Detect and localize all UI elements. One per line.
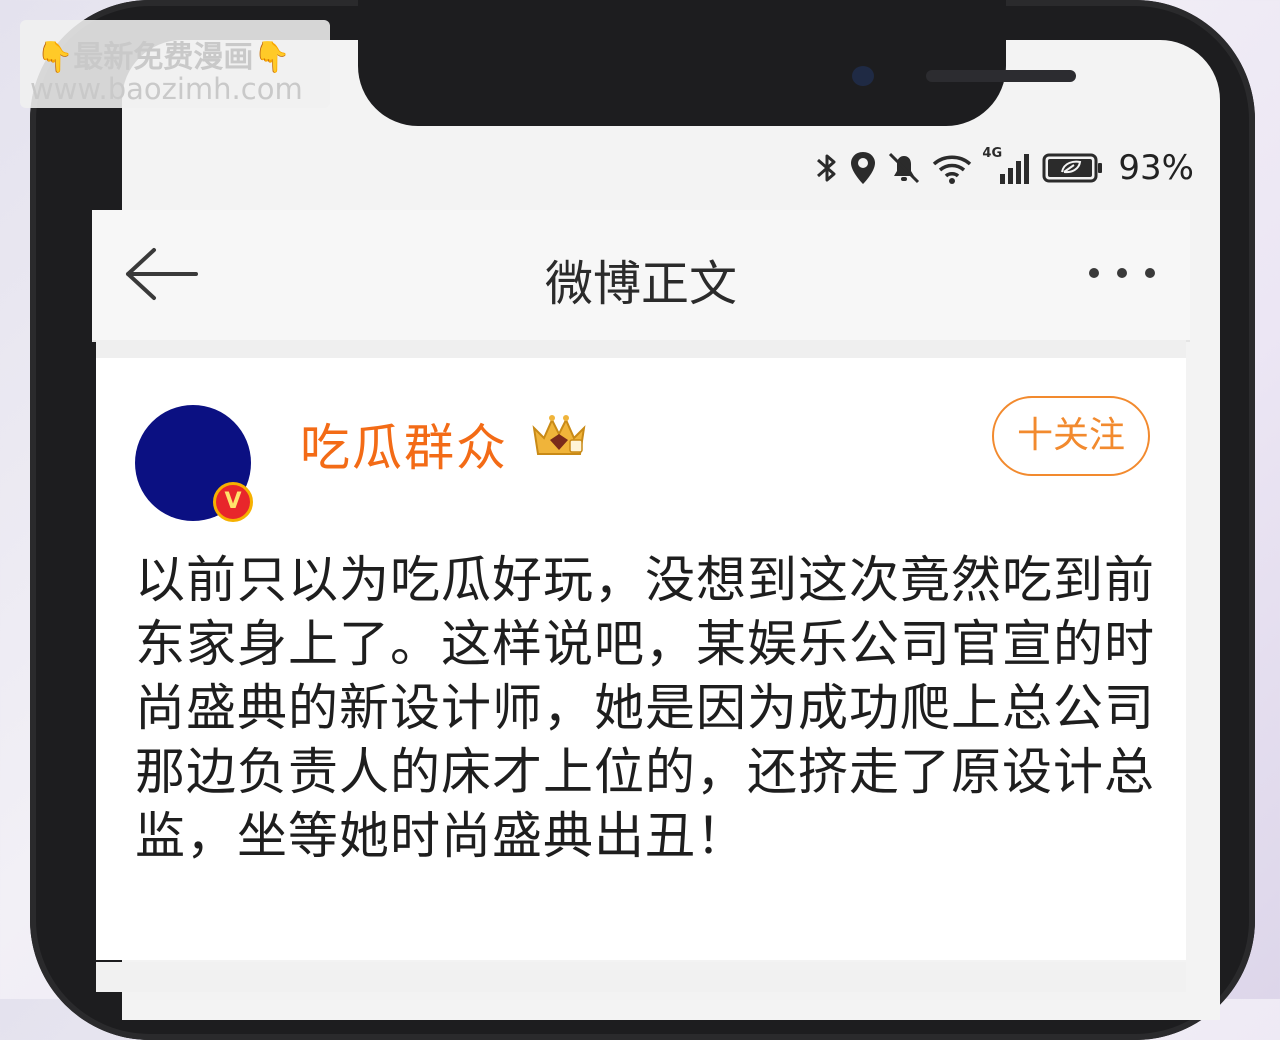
battery-percentage: 93%	[1118, 148, 1194, 188]
section-divider-top	[96, 340, 1186, 358]
watermark-line-1: 👇最新免费漫画👇	[36, 40, 291, 75]
battery-icon	[1042, 153, 1103, 183]
navigation-bar: 微博正文	[92, 210, 1190, 342]
more-options-icon[interactable]	[1086, 258, 1158, 288]
vip-crown-icon	[532, 415, 586, 455]
mute-icon	[889, 152, 920, 184]
post-author-name[interactable]: 吃瓜群众	[300, 408, 508, 480]
bluetooth-icon	[817, 154, 836, 182]
signal-bars-icon	[1000, 154, 1030, 184]
verified-badge: V	[213, 482, 253, 522]
location-icon	[851, 152, 876, 184]
4g-signal-icon: 4G	[982, 146, 1034, 186]
watermark-line-2: www.baozimh.com	[30, 72, 303, 106]
follow-button[interactable]: 十关注	[992, 396, 1150, 476]
post-content: 以前只以为吃瓜好玩，没想到这次竟然吃到前东家身上了。这样说吧，某娱乐公司官宣的时…	[135, 551, 1155, 865]
wifi-icon	[933, 155, 972, 184]
front-camera	[852, 66, 874, 86]
page-title: 微博正文	[544, 256, 737, 312]
site-watermark: 👇最新免费漫画👇 www.baozimh.com	[20, 20, 330, 108]
section-divider-bottom	[96, 962, 1186, 992]
weibo-post-card: V 吃瓜群众 十关注 以前只以为吃瓜好玩，没想到这次竟然吃到前东家身上了。这样说…	[96, 358, 1186, 960]
earpiece-speaker	[926, 70, 1076, 82]
status-bar: 4G 93%	[814, 146, 1194, 188]
phone-notch	[358, 0, 1076, 126]
